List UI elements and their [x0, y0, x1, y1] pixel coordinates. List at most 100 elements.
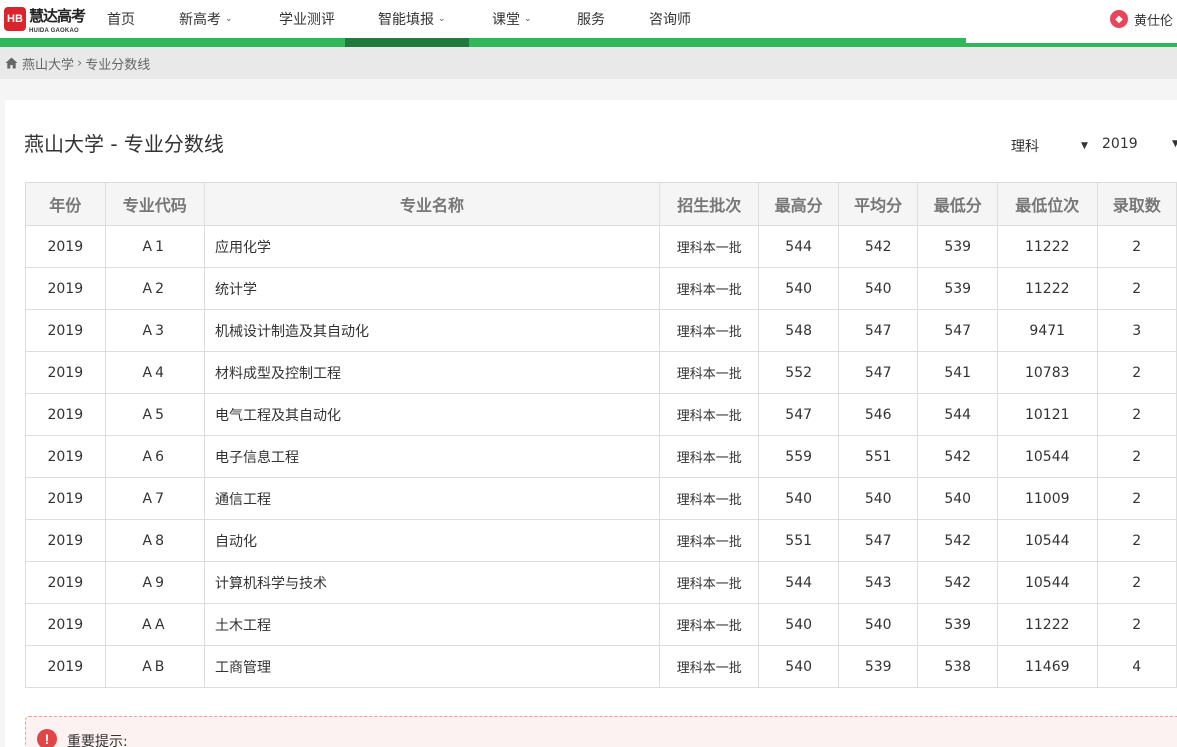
cell-min-score: 542 [917, 561, 998, 604]
cell-min-score: 539 [917, 267, 998, 310]
search-box-edge[interactable] [966, 38, 1177, 43]
cell-major-code: A5 [104, 393, 205, 436]
cell-major-name: 电子信息工程 [203, 435, 661, 478]
cell-major-code: A2 [104, 267, 205, 310]
cell-avg-score: 547 [837, 309, 919, 352]
top-navbar: HB 慧达高考 HUIDA GAOKAO 首页 新高考 ⌄ 学业测评 智能填报 … [0, 0, 1177, 38]
cell-admitted: 2 [1096, 225, 1177, 268]
cell-major-name: 计算机科学与技术 [203, 561, 661, 604]
nav-new-gaokao[interactable]: 新高考 ⌄ [179, 0, 233, 38]
table-row: 2019 A5 电气工程及其自动化 理科本一批 547 546 544 10121 2 [25, 393, 1177, 436]
col-major-name: 专业名称 [203, 182, 661, 226]
cell-major-name: 机械设计制造及其自动化 [203, 309, 661, 352]
dropdown-arrow-icon: ▼ [1172, 139, 1177, 149]
breadcrumb-current: 专业分数线 [85, 57, 151, 73]
col-min-score: 最低分 [917, 182, 998, 226]
cell-max-score: 540 [758, 645, 839, 688]
col-admitted: 录取数 [1096, 182, 1177, 226]
logo[interactable]: HB 慧达高考 HUIDA GAOKAO [4, 4, 88, 34]
chevron-right-icon: › [77, 55, 83, 71]
cell-avg-score: 540 [837, 603, 919, 646]
logo-subtitle: HUIDA GAOKAO [29, 27, 79, 34]
chevron-down-icon: ⌄ [225, 14, 233, 24]
cell-major-name: 土木工程 [203, 603, 661, 646]
user-menu[interactable]: ◆ 黄仕伦 [1109, 0, 1173, 38]
table-header-row: 年份 专业代码 专业名称 招生批次 最高分 平均分 最低分 最低位次 录取数 [25, 182, 1177, 226]
cell-batch: 理科本一批 [659, 393, 760, 436]
cell-batch: 理科本一批 [659, 435, 760, 478]
year-select[interactable]: 2019 ▼ [1102, 136, 1177, 152]
cell-year: 2019 [25, 435, 106, 478]
nav-smart-fill[interactable]: 智能填报 ⌄ [378, 0, 446, 38]
cell-min-rank: 11469 [996, 645, 1098, 688]
logo-title: 慧达高考 [29, 6, 86, 25]
nav-classroom[interactable]: 课堂 ⌄ [492, 0, 532, 38]
cell-major-code: A1 [104, 225, 205, 268]
table-row: 2019 A4 材料成型及控制工程 理科本一批 552 547 541 10783 2 [25, 351, 1177, 394]
page-title: 燕山大学 - 专业分数线 [24, 132, 224, 156]
cell-batch: 理科本一批 [659, 225, 760, 268]
table-row: 2019 A7 通信工程 理科本一批 540 540 540 11009 2 [25, 477, 1177, 520]
cell-admitted: 2 [1096, 351, 1177, 394]
cell-admitted: 2 [1096, 477, 1177, 520]
nav-service[interactable]: 服务 [577, 0, 605, 38]
cell-avg-score: 542 [837, 225, 919, 268]
cell-major-name: 材料成型及控制工程 [203, 351, 661, 394]
cell-year: 2019 [25, 267, 106, 310]
cell-admitted: 3 [1096, 309, 1177, 352]
cell-major-code: A6 [104, 435, 205, 478]
cell-admitted: 4 [1096, 645, 1177, 688]
table-row: 2019 A3 机械设计制造及其自动化 理科本一批 548 547 547 9471 3 [25, 309, 1177, 352]
cell-min-score: 542 [917, 435, 998, 478]
cell-min-score: 547 [917, 309, 998, 352]
cell-max-score: 544 [758, 561, 839, 604]
cell-avg-score: 547 [837, 519, 919, 562]
cell-avg-score: 547 [837, 351, 919, 394]
cell-min-rank: 11009 [996, 477, 1098, 520]
cell-admitted: 2 [1096, 561, 1177, 604]
cell-admitted: 2 [1096, 519, 1177, 562]
cell-max-score: 551 [758, 519, 839, 562]
cell-admitted: 2 [1096, 393, 1177, 436]
cell-batch: 理科本一批 [659, 267, 760, 310]
important-notice: ! 重要提示: [25, 716, 1177, 747]
home-icon[interactable] [5, 57, 18, 69]
cell-major-code: AB [104, 645, 205, 688]
nav-home[interactable]: 首页 [107, 0, 135, 38]
cell-min-score: 541 [917, 351, 998, 394]
cell-batch: 理科本一批 [659, 309, 760, 352]
dropdown-arrow-icon: ▼ [1081, 141, 1088, 151]
cell-max-score: 559 [758, 435, 839, 478]
cell-year: 2019 [25, 477, 106, 520]
cell-min-rank: 10544 [996, 519, 1098, 562]
col-batch: 招生批次 [659, 182, 760, 226]
exclamation-icon: ! [37, 729, 57, 747]
cell-major-name: 电气工程及其自动化 [203, 393, 661, 436]
cell-batch: 理科本一批 [659, 603, 760, 646]
cell-avg-score: 546 [837, 393, 919, 436]
cell-batch: 理科本一批 [659, 477, 760, 520]
cell-major-code: A4 [104, 351, 205, 394]
nav-consultant[interactable]: 咨询师 [649, 0, 691, 38]
nav-active-indicator [345, 38, 469, 47]
cell-avg-score: 551 [837, 435, 919, 478]
chevron-down-icon: ⌄ [438, 14, 446, 24]
col-max-score: 最高分 [758, 182, 839, 226]
cell-min-rank: 9471 [996, 309, 1098, 352]
cell-min-rank: 10783 [996, 351, 1098, 394]
nav-assessment[interactable]: 学业测评 [279, 0, 335, 38]
table-row: 2019 AA 土木工程 理科本一批 540 540 539 11222 2 [25, 603, 1177, 646]
cell-max-score: 547 [758, 393, 839, 436]
table-row: 2019 A8 自动化 理科本一批 551 547 542 10544 2 [25, 519, 1177, 562]
cell-min-rank: 10544 [996, 561, 1098, 604]
subject-select[interactable]: 理科 ▼ [1011, 136, 1088, 156]
cell-min-score: 539 [917, 603, 998, 646]
cell-year: 2019 [25, 351, 106, 394]
cell-major-name: 统计学 [203, 267, 661, 310]
cell-major-code: A8 [104, 519, 205, 562]
logo-badge-icon: HB [4, 7, 26, 31]
table-row: 2019 A6 电子信息工程 理科本一批 559 551 542 10544 2 [25, 435, 1177, 478]
breadcrumb-university[interactable]: 燕山大学 [22, 54, 74, 73]
cell-year: 2019 [25, 519, 106, 562]
cell-avg-score: 543 [837, 561, 919, 604]
